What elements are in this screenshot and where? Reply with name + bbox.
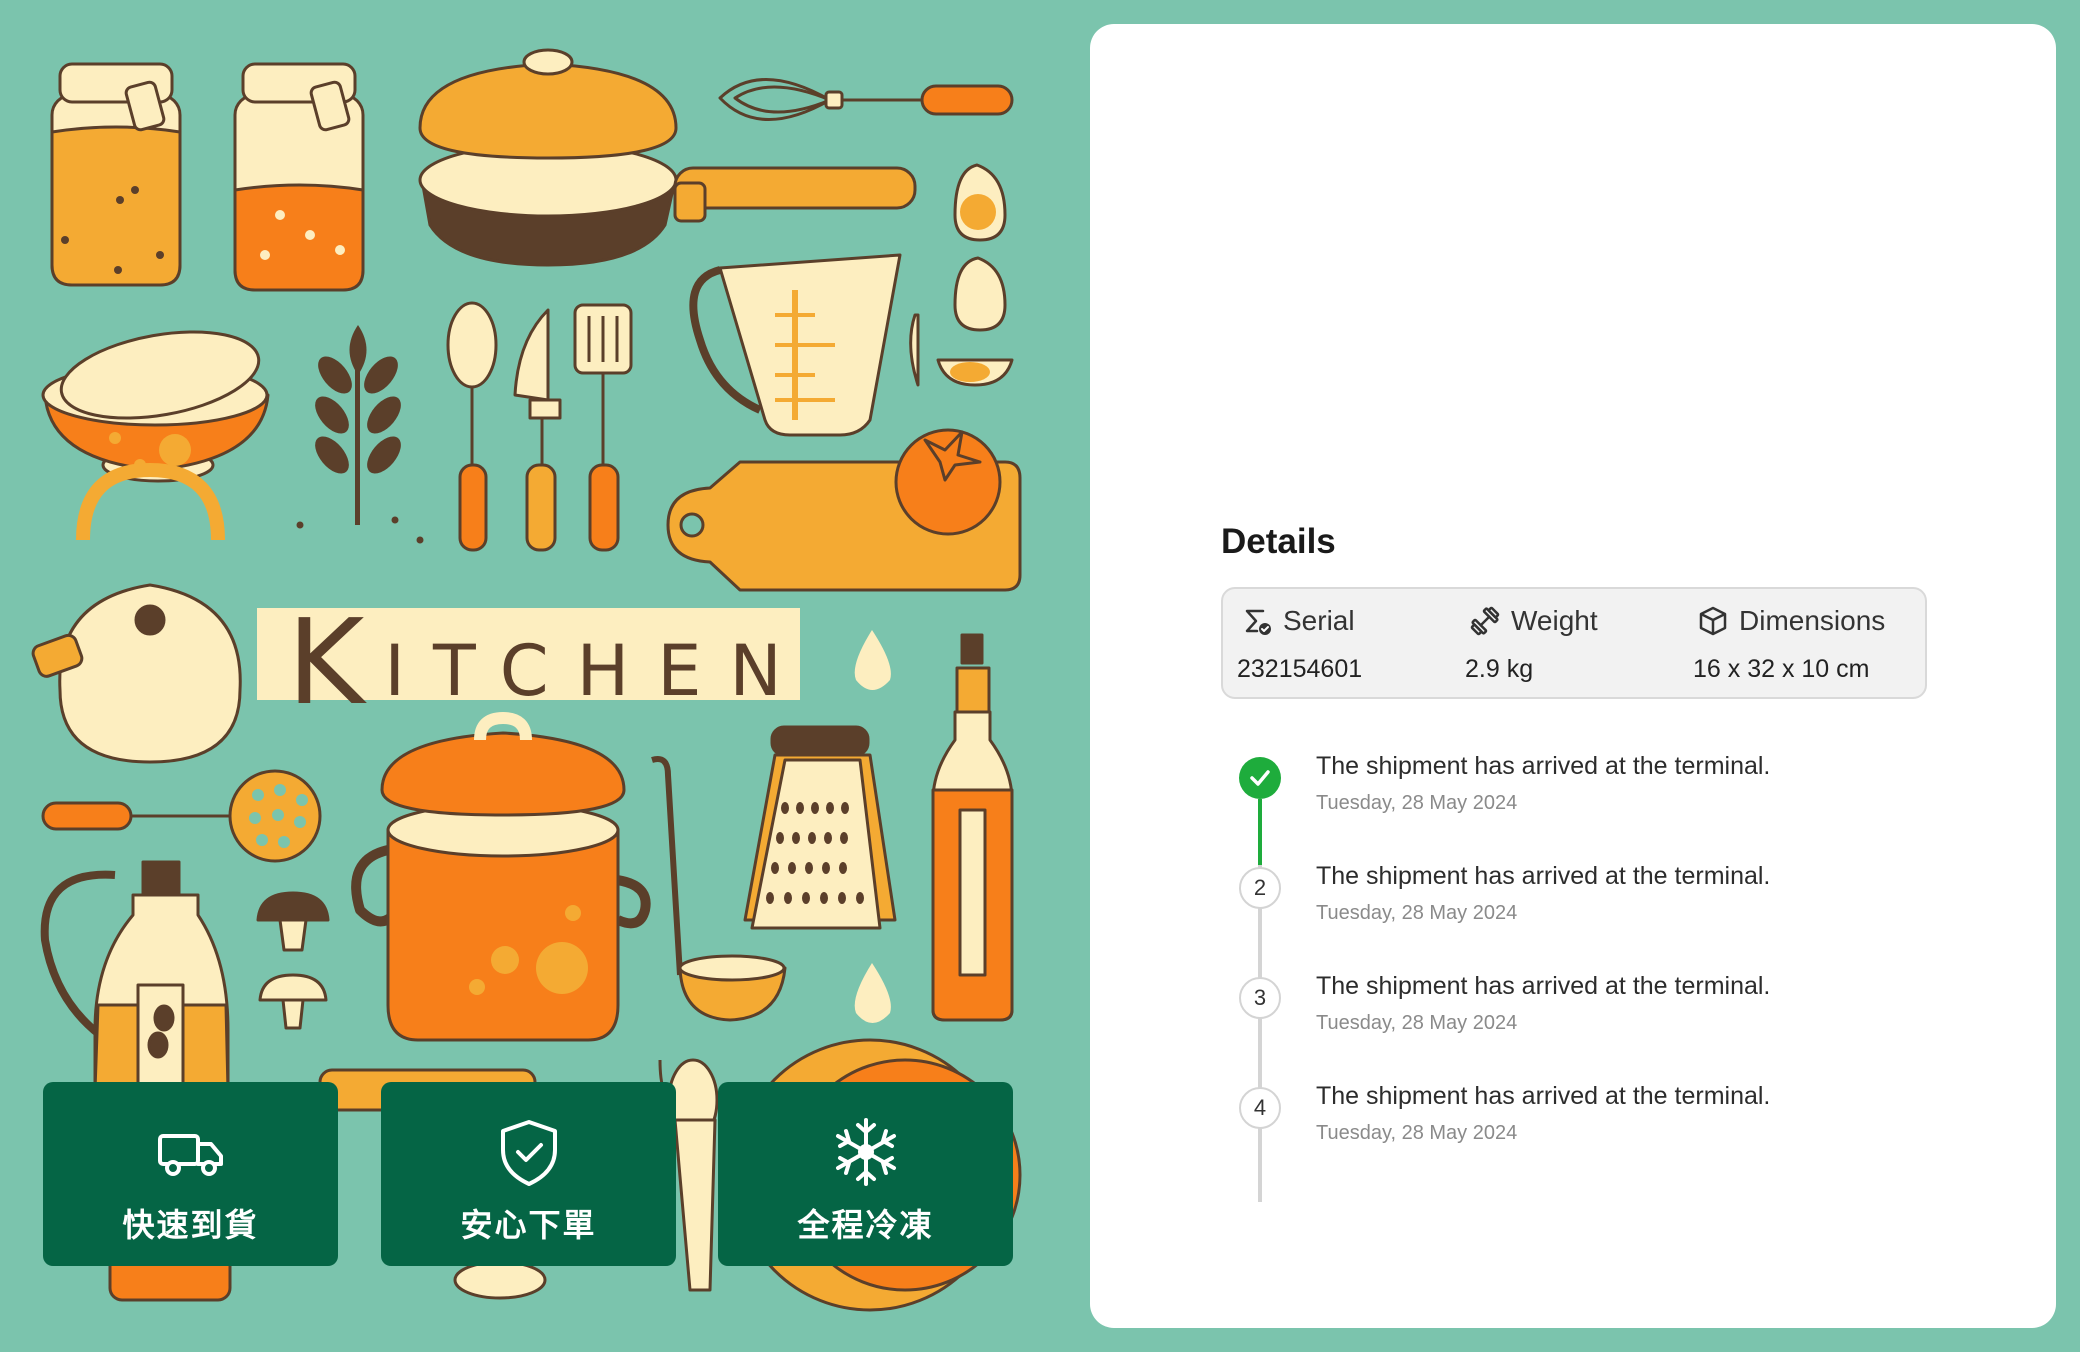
serial-sigma-icon [1245, 609, 1271, 635]
drop-top [854, 630, 891, 690]
spec-weight: Weight 2.9 kg [1451, 589, 1679, 701]
spec-label: Serial [1283, 605, 1355, 636]
feature-fast-delivery[interactable]: 快速到貨 [43, 1082, 338, 1266]
box-icon [1699, 606, 1727, 636]
step-date: Tuesday, 28 May 2024 [1316, 792, 1518, 814]
skimmer [41, 769, 322, 863]
feature-badges: 快速到貨 安心下單 全程冷凍 [43, 1082, 1013, 1266]
step-text: The shipment has arrived at the terminal… [1316, 1082, 1771, 1110]
cutting-board-tomato [666, 428, 1022, 592]
spec-header: Dimensions [1697, 605, 1885, 637]
step-number-marker: 4 [1239, 1087, 1281, 1129]
step-date: Tuesday, 28 May 2024 [1316, 1122, 1518, 1144]
bowls [41, 330, 270, 483]
feature-safe-order[interactable]: 安心下單 [381, 1082, 676, 1266]
oil-bottle [931, 633, 1014, 1022]
timeline-step: 4 The shipment has arrived at the termin… [1221, 1062, 1961, 1172]
drop-bottom [854, 963, 891, 1023]
step-text: The shipment has arrived at the terminal… [1316, 972, 1771, 1000]
step-number-marker: 3 [1239, 977, 1281, 1019]
measuring-cup [689, 253, 902, 437]
kitchen-initial: K [287, 593, 385, 731]
feature-label: 全程冷凍 [797, 1207, 934, 1243]
spec-serial: Serial 232154601 [1223, 589, 1451, 701]
timeline-step: 3 The shipment has arrived at the termin… [1221, 952, 1961, 1062]
spec-summary: Serial 232154601 Weight 2.9 kg Dimension… [1221, 587, 1927, 699]
step-number-marker: 2 [1239, 867, 1281, 909]
timeline-step: 2 The shipment has arrived at the termin… [1221, 842, 1961, 952]
feature-label: 快速到貨 [122, 1207, 259, 1243]
details-title: Details [1221, 522, 1336, 561]
eggs [909, 163, 1014, 387]
stock-pot [351, 712, 651, 1042]
kitchen-title-banner: KITCHEN [257, 603, 800, 721]
whisk [718, 78, 1014, 121]
step-complete-marker [1239, 757, 1281, 799]
snowflake-icon [835, 1118, 896, 1186]
shield-check-icon [500, 1120, 557, 1186]
wheat-sprig [296, 325, 424, 544]
spec-label: Dimensions [1739, 605, 1886, 636]
frying-pan [418, 48, 917, 267]
grater [743, 725, 897, 930]
feature-label: 安心下單 [460, 1207, 597, 1243]
shipment-details-card: Details Serial 232154601 Weight 2.9 kg D… [1090, 24, 2056, 1328]
jar-left [50, 62, 182, 287]
shipment-timeline: The shipment has arrived at the terminal… [1221, 732, 1961, 1202]
kettle [31, 463, 242, 764]
mushrooms [256, 891, 330, 1030]
spec-dimensions: Dimensions 16 x 32 x 10 cm [1679, 589, 1907, 701]
olive-oil-carafe [40, 860, 230, 1092]
spec-value: 16 x 32 x 10 cm [1693, 655, 1870, 683]
spoon-knife-spatula [446, 301, 633, 552]
kitchen-word-rest: ITCHEN [384, 630, 810, 712]
spec-value: 2.9 kg [1465, 655, 1534, 683]
feature-cold-chain[interactable]: 全程冷凍 [718, 1082, 1013, 1266]
timeline-step: The shipment has arrived at the terminal… [1221, 732, 1961, 842]
kitchen-poster: KITCHEN 快速到貨 安心下單 全程冷凍 [0, 0, 1076, 1352]
spec-header: Serial [1241, 605, 1355, 637]
step-date: Tuesday, 28 May 2024 [1316, 1012, 1518, 1034]
step-date: Tuesday, 28 May 2024 [1316, 902, 1518, 924]
step-text: The shipment has arrived at the terminal… [1316, 862, 1771, 890]
spec-header: Weight [1469, 605, 1598, 637]
spec-label: Weight [1511, 605, 1598, 636]
dumbbell-icon [1470, 606, 1500, 636]
jar-right [233, 62, 365, 292]
spec-value: 232154601 [1237, 655, 1363, 683]
check-icon [1250, 770, 1270, 786]
delivery-truck-icon [157, 1134, 223, 1176]
step-text: The shipment has arrived at the terminal… [1316, 752, 1771, 780]
